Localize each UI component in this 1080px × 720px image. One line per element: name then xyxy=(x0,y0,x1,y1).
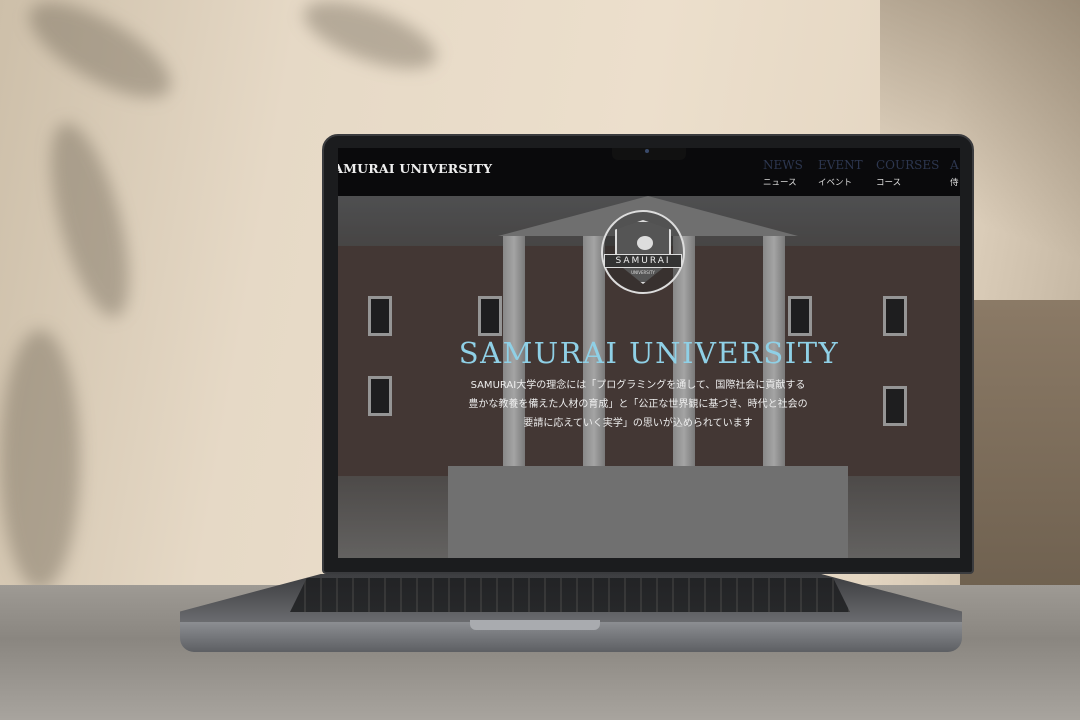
leaf-shadow xyxy=(295,0,445,83)
university-emblem xyxy=(601,210,685,294)
nav-about[interactable]: A 侍 xyxy=(950,158,959,188)
laptop-lip xyxy=(470,620,600,630)
wall-block xyxy=(960,300,1080,600)
nav-label-en: EVENT xyxy=(818,158,863,172)
nav-label-en: COURSES xyxy=(876,158,940,172)
leaf-shadow xyxy=(0,330,80,590)
laptop-screen: SAMURAI UNIVERSITY NEWS ニュース EVENT イベント … xyxy=(338,148,960,558)
nav-label-ja: イベント xyxy=(818,178,853,188)
emblem-sub: UNIVERSITY xyxy=(631,270,655,275)
leaf-shadow xyxy=(35,115,145,325)
hero-description: SAMURAI大学の理念には「プログラミングを通して、国際社会に貢献する豊かな教… xyxy=(468,380,808,429)
site-logo[interactable]: SAMURAI UNIVERSITY xyxy=(338,161,492,176)
hero-title: SAMURAI UNIVERSITY xyxy=(458,336,840,370)
leaf-shadow xyxy=(15,0,185,116)
keyboard xyxy=(290,578,850,612)
emblem-name: SAMURAI xyxy=(604,254,682,268)
crown-icon xyxy=(637,236,653,250)
nav-event[interactable]: EVENT イベント xyxy=(818,158,863,188)
nav-courses[interactable]: COURSES コース xyxy=(876,158,939,188)
nav-label-ja: ニュース xyxy=(763,178,797,188)
camera-icon xyxy=(645,149,649,153)
camera-notch xyxy=(612,148,686,160)
nav-news[interactable]: NEWS ニュース xyxy=(763,158,803,188)
nav-label-ja: コース xyxy=(876,178,902,188)
nav-label-en: NEWS xyxy=(763,158,803,172)
hero-carousel: SAMURAI UNIVERSITY SAMURAI UNIVERSITY SA… xyxy=(338,196,960,558)
nav-label-ja: 侍 xyxy=(950,178,959,188)
nav-label-en: A xyxy=(950,158,959,172)
